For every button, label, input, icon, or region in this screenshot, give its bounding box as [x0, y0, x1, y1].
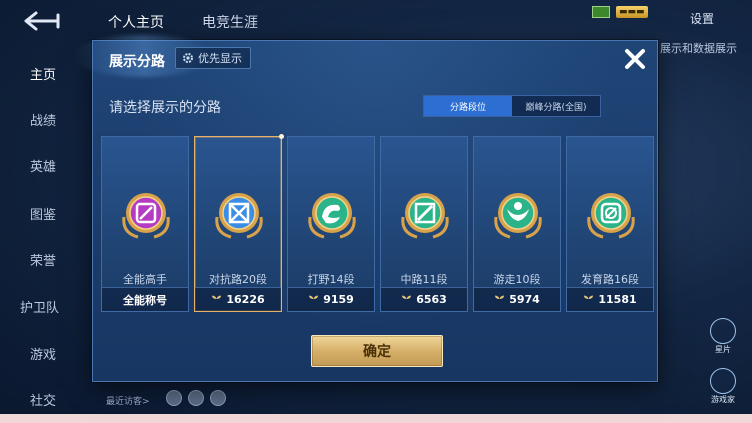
lane-card-footer: 11581 [567, 287, 653, 311]
lane-card-footer: 9159 [288, 287, 374, 311]
nav-item-atlas[interactable]: 图鉴 [30, 204, 56, 223]
lane-card-farm[interactable]: 发育路16段 11581 [566, 136, 654, 312]
nav-item-home[interactable]: 主页 [30, 64, 56, 83]
confirm-button[interactable]: 确定 [311, 335, 443, 367]
clash-lane-emblem-icon [215, 193, 263, 239]
rank-points-icon [584, 295, 594, 304]
avatar[interactable] [210, 390, 226, 406]
tool-star-label: 星片 [715, 345, 731, 354]
flag-icon [592, 6, 610, 18]
lane-card-value: 9159 [323, 293, 354, 306]
lane-card-list: 全能高手 全能称号 对抗路20段 16226 打野14段 9159 中路11段 … [101, 134, 654, 312]
lane-card-footer: 5974 [474, 287, 560, 311]
lane-card-name: 全能高手 [123, 273, 167, 286]
mid-lane-emblem-icon [401, 193, 449, 239]
priority-display-button[interactable]: 优先显示 [175, 47, 251, 69]
segment-peak-lane[interactable]: 巅峰分路(全国) [512, 96, 600, 116]
farm-lane-emblem-icon [587, 193, 635, 239]
top-status: ▬▬▬ [592, 6, 648, 18]
lane-display-dialog: 展示分路 优先显示 请选择展示的分路 分路段位 巅峰分路(全国) 全能高手 全能… [73, 35, 658, 382]
dialog-subtitle: 请选择展示的分路 [109, 100, 221, 116]
rank-points-icon [212, 295, 222, 304]
lane-card-name: 游走10段 [493, 273, 541, 286]
roam-emblem-icon [494, 193, 542, 239]
lane-card-clash[interactable]: 对抗路20段 16226 [194, 134, 284, 312]
nav-item-guard[interactable]: 护卫队 [20, 297, 59, 316]
lane-card-value: 5974 [509, 293, 540, 306]
star-tool-icon [710, 318, 736, 344]
lane-card-value: 11581 [598, 293, 637, 306]
lane-card-footer: 全能称号 [102, 287, 188, 311]
lane-card-roam[interactable]: 游走10段 5974 [473, 136, 561, 312]
tab-profile[interactable]: 个人主页 [108, 12, 164, 32]
data-display-label: 展示和数据展示 [660, 42, 737, 55]
tool-star[interactable]: 星片 [710, 318, 736, 355]
lane-card-all-round[interactable]: 全能高手 全能称号 [101, 136, 189, 312]
lane-card-jungle[interactable]: 打野14段 9159 [287, 136, 375, 312]
avatar[interactable] [188, 390, 204, 406]
priority-display-label: 优先显示 [198, 52, 242, 65]
nav-item-game[interactable]: 游戏 [30, 344, 56, 363]
nav-item-social[interactable]: 社交 [30, 390, 56, 409]
lane-card-value: 6563 [416, 293, 447, 306]
tool-gamer-label: 游戏家 [711, 395, 735, 404]
segment-lane-rank[interactable]: 分路段位 [424, 96, 512, 116]
dialog-title: 展示分路 [109, 54, 165, 70]
gamer-tool-icon [710, 368, 736, 394]
lane-card-mid[interactable]: 中路11段 6563 [380, 136, 468, 312]
lane-card-name: 发育路16段 [581, 273, 639, 286]
lane-card-name: 对抗路20段 [209, 273, 267, 286]
lane-card-footer: 16226 [195, 287, 281, 311]
lane-card-value: 全能称号 [123, 293, 167, 307]
bottom-strip [0, 414, 752, 423]
nav-item-honor[interactable]: 荣誉 [30, 250, 56, 269]
gear-icon [183, 53, 193, 63]
close-icon[interactable] [621, 45, 649, 73]
jungle-emblem-icon [308, 193, 356, 239]
nav-item-heroes[interactable]: 英雄 [30, 156, 56, 175]
vip-badge-icon: ▬▬▬ [616, 6, 648, 18]
recent-visitors-link[interactable]: 最近访客> [106, 394, 150, 407]
rank-points-icon [495, 295, 505, 304]
rank-points-icon [402, 295, 412, 304]
avatar[interactable] [166, 390, 182, 406]
selected-corner-marker [279, 134, 284, 139]
tool-gamer[interactable]: 游戏家 [710, 368, 736, 405]
segment-switch: 分路段位 巅峰分路(全国) [423, 95, 601, 117]
lane-card-name: 打野14段 [307, 273, 355, 286]
lane-card-name: 中路11段 [400, 273, 448, 286]
all-round-emblem-icon [122, 193, 170, 239]
lane-card-value: 16226 [226, 293, 265, 306]
back-arrow-icon[interactable] [22, 10, 62, 32]
settings-button[interactable]: 设置 [690, 10, 714, 27]
top-bar: 个人主页 电竞生涯 ▬▬▬ 设置 展示和数据展示 [0, 0, 752, 55]
lane-card-footer: 6563 [381, 287, 467, 311]
tab-esports[interactable]: 电竞生涯 [202, 12, 258, 32]
nav-item-record[interactable]: 战绩 [30, 110, 56, 129]
rank-points-icon [309, 295, 319, 304]
